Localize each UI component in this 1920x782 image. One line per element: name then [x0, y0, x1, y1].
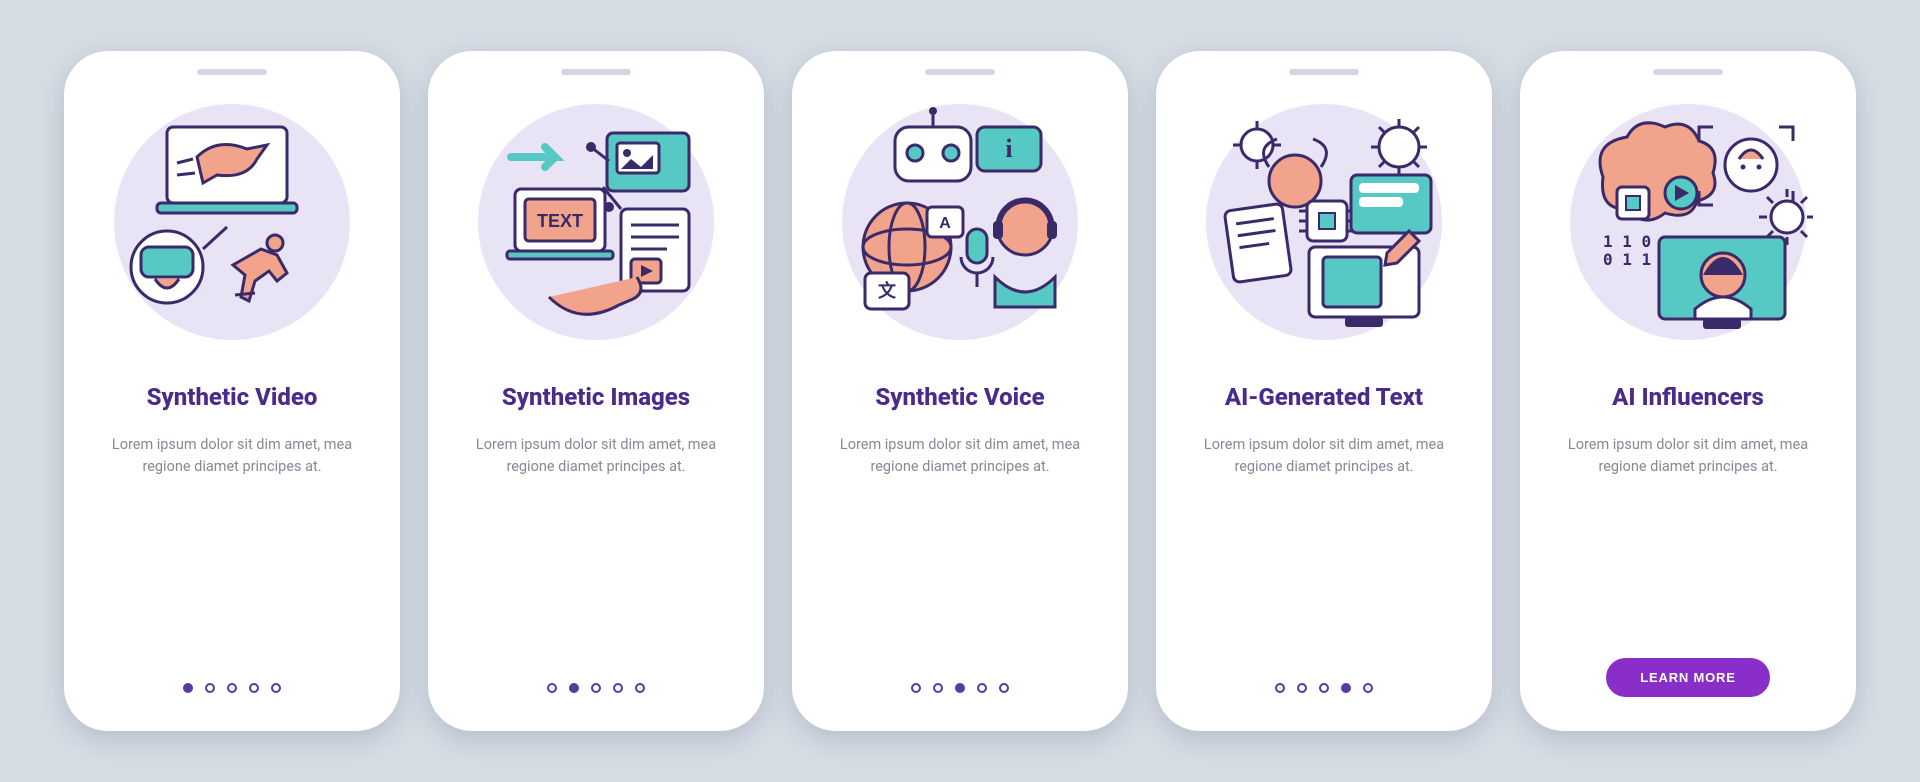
screen-body: Lorem ipsum dolor sit dim amet, mea regi… — [1563, 434, 1813, 479]
illustration-synthetic-video-icon — [107, 97, 357, 347]
svg-text:1 1 0: 1 1 0 — [1603, 232, 1651, 251]
page-dot[interactable] — [933, 683, 943, 693]
illustration-ai-influencers-icon: 1 1 0 0 1 1 — [1563, 97, 1813, 347]
onboarding-screens-row: Synthetic Video Lorem ipsum dolor sit di… — [64, 51, 1856, 731]
pagination-dots — [183, 683, 281, 693]
page-dot[interactable] — [613, 683, 623, 693]
screen-title: AI-Generated Text — [1225, 383, 1423, 412]
screen-title: Synthetic Images — [502, 383, 690, 412]
pagination-dots — [547, 683, 645, 693]
screen-title: AI Influencers — [1612, 383, 1764, 412]
learn-more-button[interactable]: LEARN MORE — [1606, 658, 1769, 697]
page-dot[interactable] — [1297, 683, 1307, 693]
phone-screen-synthetic-images: TEXT Syntheti — [428, 51, 764, 731]
page-dot[interactable] — [1275, 683, 1285, 693]
page-dot[interactable] — [977, 683, 987, 693]
phone-screen-ai-influencers: 1 1 0 0 1 1 AI Influencers Lorem ipsum d… — [1520, 51, 1856, 731]
phone-screen-synthetic-voice: i 文 A Synthetic — [792, 51, 1128, 731]
illustration-synthetic-images-icon: TEXT — [471, 97, 721, 347]
page-dot[interactable] — [547, 683, 557, 693]
svg-text:TEXT: TEXT — [537, 211, 583, 231]
screen-body: Lorem ipsum dolor sit dim amet, mea regi… — [835, 434, 1085, 479]
pagination-dots — [1275, 683, 1373, 693]
screen-body: Lorem ipsum dolor sit dim amet, mea regi… — [1199, 434, 1449, 479]
page-dot[interactable] — [1341, 683, 1351, 693]
screen-title: Synthetic Video — [147, 383, 318, 412]
svg-text:0 1 1: 0 1 1 — [1603, 250, 1651, 269]
page-dot[interactable] — [227, 683, 237, 693]
page-dot[interactable] — [999, 683, 1009, 693]
screen-body: Lorem ipsum dolor sit dim amet, mea regi… — [471, 434, 721, 479]
screen-title: Synthetic Voice — [875, 383, 1044, 412]
svg-text:A: A — [939, 215, 951, 232]
phone-screen-synthetic-video: Synthetic Video Lorem ipsum dolor sit di… — [64, 51, 400, 731]
illustration-synthetic-voice-icon: i 文 A — [835, 97, 1085, 347]
phone-screen-ai-generated-text: AI-Generated Text Lorem ipsum dolor sit … — [1156, 51, 1492, 731]
page-dot[interactable] — [635, 683, 645, 693]
screen-body: Lorem ipsum dolor sit dim amet, mea regi… — [107, 434, 357, 479]
pagination-dots — [911, 683, 1009, 693]
svg-text:i: i — [1005, 134, 1012, 163]
page-dot[interactable] — [249, 683, 259, 693]
illustration-ai-text-icon — [1199, 97, 1449, 347]
page-dot[interactable] — [955, 683, 965, 693]
svg-text:文: 文 — [878, 280, 897, 301]
page-dot[interactable] — [569, 683, 579, 693]
page-dot[interactable] — [205, 683, 215, 693]
page-dot[interactable] — [271, 683, 281, 693]
page-dot[interactable] — [1319, 683, 1329, 693]
page-dot[interactable] — [911, 683, 921, 693]
page-dot[interactable] — [591, 683, 601, 693]
page-dot[interactable] — [183, 683, 193, 693]
page-dot[interactable] — [1363, 683, 1373, 693]
